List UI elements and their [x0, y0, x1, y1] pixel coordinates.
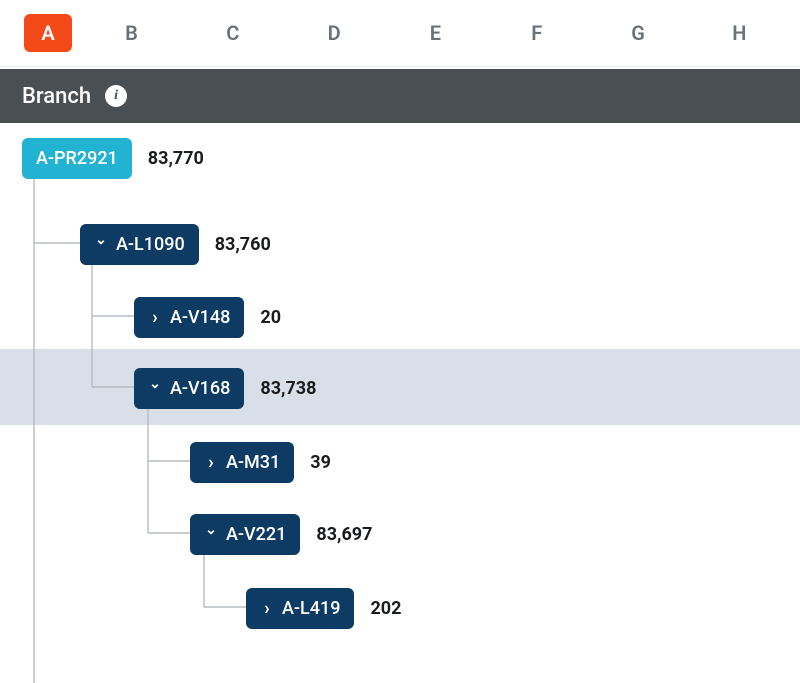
node-l419-count: 202 [370, 598, 401, 619]
chevron-down-icon [94, 236, 108, 252]
node-root-count: 83,770 [148, 148, 204, 169]
node-m31[interactable]: A-M31 [190, 442, 294, 483]
tab-a-label: A [24, 14, 72, 52]
tab-c[interactable]: C [182, 21, 283, 45]
node-root-label: A-PR2921 [36, 148, 118, 169]
tab-e[interactable]: E [385, 21, 486, 45]
node-l419[interactable]: A-L419 [246, 588, 354, 629]
node-m31-count: 39 [310, 452, 331, 473]
tab-f[interactable]: F [486, 21, 587, 45]
node-v221-count: 83,697 [316, 524, 372, 545]
tab-d[interactable]: D [283, 21, 384, 45]
node-v148-count: 20 [260, 307, 281, 328]
chevron-down-icon [204, 526, 218, 542]
node-l419-label: A-L419 [282, 598, 340, 619]
info-icon[interactable]: i [105, 85, 127, 107]
section-title: Branch [22, 84, 91, 109]
node-v148[interactable]: A-V148 [134, 297, 244, 338]
node-root[interactable]: A-PR2921 [22, 138, 132, 179]
node-v221-label: A-V221 [226, 524, 286, 545]
tab-g[interactable]: G [587, 21, 688, 45]
node-l1090-count: 83,760 [215, 234, 271, 255]
node-l1090-label: A-L1090 [116, 234, 185, 255]
node-v221[interactable]: A-V221 [190, 514, 300, 555]
node-l1090[interactable]: A-L1090 [80, 224, 199, 265]
chevron-right-icon [260, 598, 274, 619]
row-highlight [0, 349, 800, 425]
section-header: Branch i [0, 69, 800, 123]
chevron-right-icon [148, 307, 162, 328]
node-v168-label: A-V168 [170, 378, 230, 399]
chevron-down-icon [148, 380, 162, 396]
tree: A-PR2921 83,770 A-L1090 83,760 A-V148 20 [0, 123, 800, 643]
node-v168[interactable]: A-V168 [134, 368, 244, 409]
node-v168-count: 83,738 [260, 378, 316, 399]
chevron-right-icon [204, 452, 218, 473]
tab-b[interactable]: B [81, 21, 182, 45]
letter-tabs: A B C D E F G H [0, 0, 800, 67]
node-m31-label: A-M31 [226, 452, 280, 473]
node-v148-label: A-V148 [170, 307, 230, 328]
tab-h[interactable]: H [689, 21, 790, 45]
tab-a[interactable]: A [24, 14, 81, 52]
